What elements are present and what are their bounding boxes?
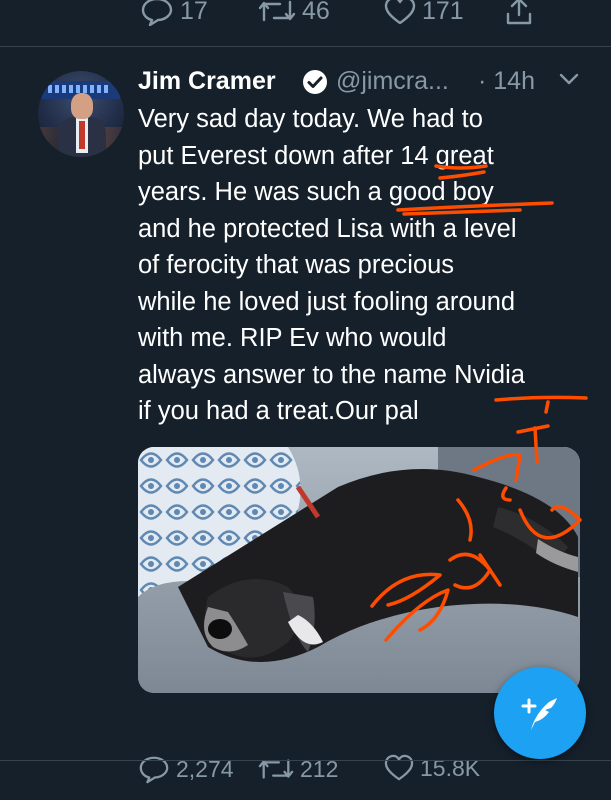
tweet-header: Jim Cramer @jimcra... · 14h [138,61,588,101]
author-name[interactable]: Jim Cramer [138,67,276,96]
retweet-button[interactable]: 46 [258,0,330,26]
reply-button[interactable]: 2,274 [138,754,234,784]
reply-count: 17 [180,0,208,25]
retweet-icon [258,0,296,22]
like-button[interactable]: 15.8K [384,754,480,782]
author-handle[interactable]: @jimcra... [336,67,449,96]
heart-icon [384,754,414,781]
share-icon [506,0,532,25]
divider [0,760,611,761]
tweet-photo[interactable] [138,447,580,693]
share-button[interactable] [504,0,534,26]
reply-icon [141,0,173,26]
retweet-button[interactable]: 212 [258,754,338,784]
compose-tweet-button[interactable] [494,667,586,759]
tweet-time[interactable]: · 14h [478,67,535,96]
tweet-text: Very sad day today. We had to put Everes… [138,105,525,425]
like-count: 15.8K [420,754,481,781]
dog-photo [138,447,580,693]
reply-button[interactable]: 17 [140,0,208,26]
retweet-icon [258,759,294,779]
compose-tweet-icon [521,698,557,730]
like-button[interactable]: 171 [384,0,464,26]
avatar[interactable] [38,71,124,157]
heart-icon [384,0,416,25]
tweet[interactable]: Jim Cramer @jimcra... · 14h Very sad day… [0,47,611,784]
like-count: 171 [422,0,464,25]
retweet-count: 46 [302,0,330,25]
verified-badge-icon [303,70,327,94]
previous-tweet-actions: 17 46 171 [0,0,611,47]
chevron-down-icon[interactable] [558,71,580,87]
reply-icon [139,756,169,784]
